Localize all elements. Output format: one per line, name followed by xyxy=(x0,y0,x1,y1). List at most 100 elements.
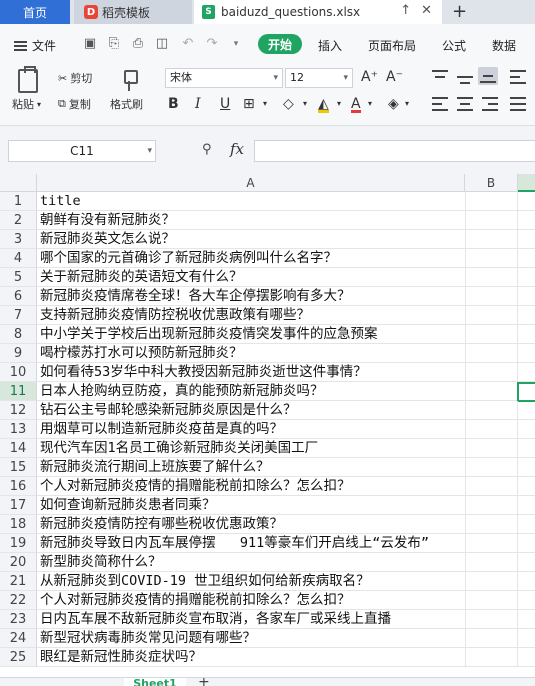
cell-c[interactable] xyxy=(518,192,535,211)
cell-a[interactable]: 日本人抢购纳豆防疫，真的能预防新冠肺炎吗？ xyxy=(37,382,465,401)
cell-a[interactable]: 眼红是新冠性肺炎症状吗？ xyxy=(37,648,465,667)
row-header[interactable]: 13 xyxy=(0,420,37,439)
cell-b[interactable] xyxy=(465,325,518,344)
cell-c[interactable] xyxy=(518,591,535,610)
row-header[interactable]: 17 xyxy=(0,496,37,515)
cell-c[interactable] xyxy=(518,496,535,515)
cut-button[interactable]: ✂ 剪切 xyxy=(58,70,92,86)
cell-a[interactable]: 个人对新冠肺炎疫情的捐赠能税前扣除么？怎么扣？ xyxy=(37,477,465,496)
tab-template[interactable]: D 稻壳模板 xyxy=(74,0,192,24)
cell-b[interactable] xyxy=(465,572,518,591)
row-header[interactable]: 9 xyxy=(0,344,37,363)
pin-icon[interactable]: ↑ xyxy=(400,3,411,18)
cell-c[interactable] xyxy=(518,306,535,325)
cell-c[interactable] xyxy=(518,249,535,268)
cell-a[interactable]: 新冠肺炎流行期间上班族要了解什么？ xyxy=(37,458,465,477)
cell-b[interactable] xyxy=(465,211,518,230)
cell-b[interactable] xyxy=(465,458,518,477)
cell-b[interactable] xyxy=(465,268,518,287)
cell-c[interactable] xyxy=(518,420,535,439)
cell-b[interactable] xyxy=(465,439,518,458)
cell-b[interactable] xyxy=(465,344,518,363)
name-box[interactable]: C11 ▾ xyxy=(8,140,156,162)
cell-b[interactable] xyxy=(465,534,518,553)
font-name-select[interactable]: 宋体 ▾ xyxy=(165,68,283,88)
tab-insert[interactable]: 插入 xyxy=(318,37,342,54)
tab-data[interactable]: 数据 xyxy=(492,37,516,54)
row-header[interactable]: 24 xyxy=(0,629,37,648)
align-left-icon[interactable] xyxy=(432,97,448,111)
fill-color-icon[interactable]: ◇ xyxy=(283,95,294,113)
cell-b[interactable] xyxy=(465,192,518,211)
format-painter-button[interactable]: 格式刷 xyxy=(110,96,143,112)
row-header[interactable]: 1 xyxy=(0,192,37,211)
cell-c[interactable] xyxy=(518,553,535,572)
cell-b[interactable] xyxy=(465,648,518,667)
cell-b[interactable] xyxy=(465,306,518,325)
grow-font-button[interactable]: A⁺ xyxy=(361,69,378,85)
row-header[interactable]: 3 xyxy=(0,230,37,249)
cell-b[interactable] xyxy=(465,420,518,439)
cell-a[interactable]: 支持新冠肺炎疫情防控税收优惠政策有哪些？ xyxy=(37,306,465,325)
tab-home[interactable]: 首页 xyxy=(0,0,70,24)
new-tab-button[interactable]: + xyxy=(452,1,467,22)
tab-file[interactable]: S baiduzd_questions.xlsx ↑ ✕ xyxy=(194,0,442,24)
align-middle-icon[interactable] xyxy=(457,70,473,84)
undo-icon[interactable]: ↶ xyxy=(180,36,196,52)
italic-button[interactable]: I xyxy=(195,95,201,113)
sheet-tab-sheet1[interactable]: Sheet1 xyxy=(124,678,186,686)
row-header[interactable]: 10 xyxy=(0,363,37,382)
cell-a[interactable]: 从新冠肺炎到COVID-19 世卫组织如何给新疾病取名？ xyxy=(37,572,465,591)
cell-b[interactable] xyxy=(465,591,518,610)
cell-c[interactable] xyxy=(518,458,535,477)
close-icon[interactable]: ✕ xyxy=(421,3,432,18)
highlight-icon[interactable]: ◭ xyxy=(318,95,329,113)
cell-a[interactable]: 朝鲜有没有新冠肺炎？ xyxy=(37,211,465,230)
shrink-font-button[interactable]: A⁻ xyxy=(386,69,403,85)
cell-a[interactable]: 喝柠檬苏打水可以预防新冠肺炎？ xyxy=(37,344,465,363)
row-header[interactable]: 22 xyxy=(0,591,37,610)
cell-a[interactable]: 新冠肺炎英文怎么说？ xyxy=(37,230,465,249)
cell-b[interactable] xyxy=(465,287,518,306)
row-header[interactable]: 16 xyxy=(0,477,37,496)
row-header[interactable]: 19 xyxy=(0,534,37,553)
export-icon[interactable]: ⎘ xyxy=(106,36,122,52)
cell-b[interactable] xyxy=(465,230,518,249)
cell-c[interactable] xyxy=(518,363,535,382)
file-menu[interactable]: 文件 xyxy=(14,37,56,54)
selected-cell-c11[interactable] xyxy=(517,382,535,402)
cell-a[interactable]: 钻石公主号邮轮感染新冠肺炎原因是什么？ xyxy=(37,401,465,420)
cell-a[interactable]: 新冠肺炎疫情席卷全球！各大车企停摆影响有多大？ xyxy=(37,287,465,306)
row-header[interactable]: 14 xyxy=(0,439,37,458)
cell-c[interactable] xyxy=(518,477,535,496)
cell-c[interactable] xyxy=(518,439,535,458)
row-header[interactable]: 4 xyxy=(0,249,37,268)
cell-b[interactable] xyxy=(465,363,518,382)
row-header[interactable]: 18 xyxy=(0,515,37,534)
row-header[interactable]: 21 xyxy=(0,572,37,591)
cell-c[interactable] xyxy=(518,401,535,420)
cell-a[interactable]: 中小学关于学校后出现新冠肺炎疫情突发事件的应急预案 xyxy=(37,325,465,344)
cell-b[interactable] xyxy=(465,629,518,648)
chevron-down-icon[interactable]: ▾ xyxy=(303,95,307,113)
column-header-a[interactable]: A xyxy=(37,174,465,192)
row-header[interactable]: 15 xyxy=(0,458,37,477)
row-header[interactable]: 7 xyxy=(0,306,37,325)
cell-b[interactable] xyxy=(465,249,518,268)
align-center-icon[interactable] xyxy=(457,97,473,111)
redo-icon[interactable]: ↷ xyxy=(204,36,220,52)
row-header[interactable]: 8 xyxy=(0,325,37,344)
spreadsheet-grid[interactable]: A B 1 title 2 朝鲜有没有新冠肺炎？ 3 新冠肺炎英文怎么说？ 4 哪个国家的元首… xyxy=(0,174,535,686)
tab-page-layout[interactable]: 页面布局 xyxy=(368,37,416,54)
cell-a[interactable]: 现代汽车因1名员工确诊新冠肺炎关闭美国工厂 xyxy=(37,439,465,458)
cell-a[interactable]: 日内瓦车展不敌新冠肺炎宣布取消，各家车厂或采线上直播 xyxy=(37,610,465,629)
cell-b[interactable] xyxy=(465,515,518,534)
align-right-icon[interactable] xyxy=(482,97,498,111)
cell-a[interactable]: title xyxy=(37,192,465,211)
cell-c[interactable] xyxy=(518,515,535,534)
cell-b[interactable] xyxy=(465,553,518,572)
cell-b[interactable] xyxy=(465,401,518,420)
cell-a[interactable]: 新型冠状病毒肺炎常见问题有哪些？ xyxy=(37,629,465,648)
tab-start[interactable]: 开始 xyxy=(258,34,302,54)
row-header[interactable]: 5 xyxy=(0,268,37,287)
